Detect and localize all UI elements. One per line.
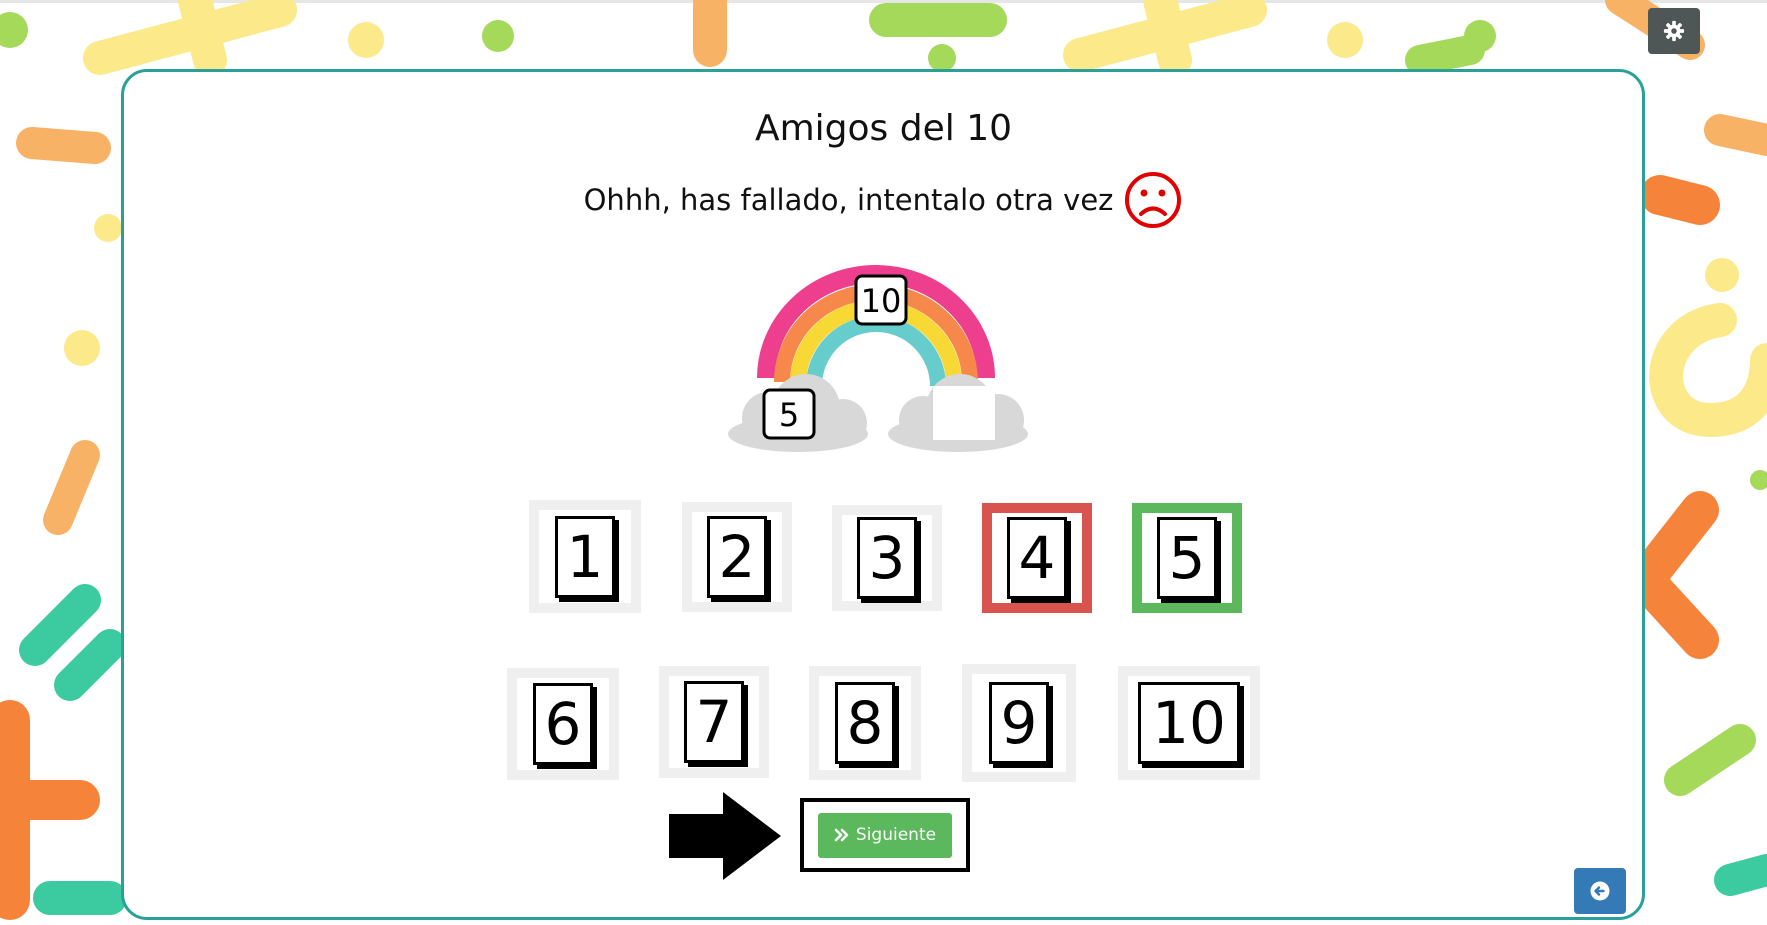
settings-button[interactable]: [1648, 8, 1700, 54]
feedback-message: Ohhh, has fallado, intentalo otra vez: [583, 183, 1114, 217]
number-option-label: 6: [533, 683, 593, 765]
number-option-label: 9: [989, 682, 1049, 764]
number-option-10[interactable]: 10: [1118, 666, 1260, 780]
number-option-8[interactable]: 8: [809, 666, 921, 780]
rainbow-answer-slot: [933, 386, 995, 440]
number-option-label: 1: [555, 515, 615, 598]
page-title: Amigos del 10: [754, 108, 1013, 149]
number-option-face: 10: [1128, 676, 1250, 770]
next-button-label: Siguiente: [855, 825, 937, 845]
number-option-face: 9: [972, 674, 1066, 772]
double-chevron-right-icon: [834, 828, 849, 842]
number-option-face: 5: [1142, 513, 1232, 603]
number-option-face: 1: [539, 510, 631, 603]
number-option-label: 3: [857, 517, 917, 599]
number-option-label: 7: [684, 681, 744, 763]
number-option-face: 6: [517, 678, 609, 770]
gear-icon: [1663, 20, 1685, 42]
next-button-frame: Siguiente: [800, 798, 970, 872]
number-option-face: 2: [692, 512, 782, 602]
rainbow-top-number: 10: [861, 282, 902, 320]
number-option-4[interactable]: 4: [982, 503, 1092, 613]
number-option-1[interactable]: 1: [529, 500, 641, 613]
black-arrow-right-icon: [669, 792, 781, 880]
number-option-6[interactable]: 6: [507, 668, 619, 780]
arrow-circle-left-icon: [1590, 881, 1610, 901]
number-option-label: 2: [707, 516, 767, 598]
feedback-row: Ohhh, has fallado, intentalo otra vez: [0, 170, 1767, 230]
rainbow-left-number: 5: [779, 396, 799, 434]
next-button[interactable]: Siguiente: [818, 812, 952, 858]
number-option-5[interactable]: 5: [1132, 503, 1242, 613]
sad-face-icon: [1125, 172, 1182, 228]
rainbow-illustration: 10 5: [728, 265, 1028, 452]
number-option-label: 5: [1157, 517, 1217, 599]
number-option-face: 7: [669, 676, 759, 768]
number-option-face: 8: [819, 676, 911, 770]
number-option-label: 4: [1007, 517, 1067, 599]
number-option-label: 10: [1138, 682, 1240, 764]
number-option-2[interactable]: 2: [682, 502, 792, 612]
number-option-9[interactable]: 9: [962, 664, 1076, 782]
number-option-3[interactable]: 3: [832, 505, 942, 611]
back-button[interactable]: [1574, 868, 1626, 914]
number-option-face: 4: [992, 513, 1082, 603]
number-option-label: 8: [835, 682, 895, 764]
number-option-face: 3: [842, 515, 932, 601]
number-option-7[interactable]: 7: [659, 666, 769, 778]
